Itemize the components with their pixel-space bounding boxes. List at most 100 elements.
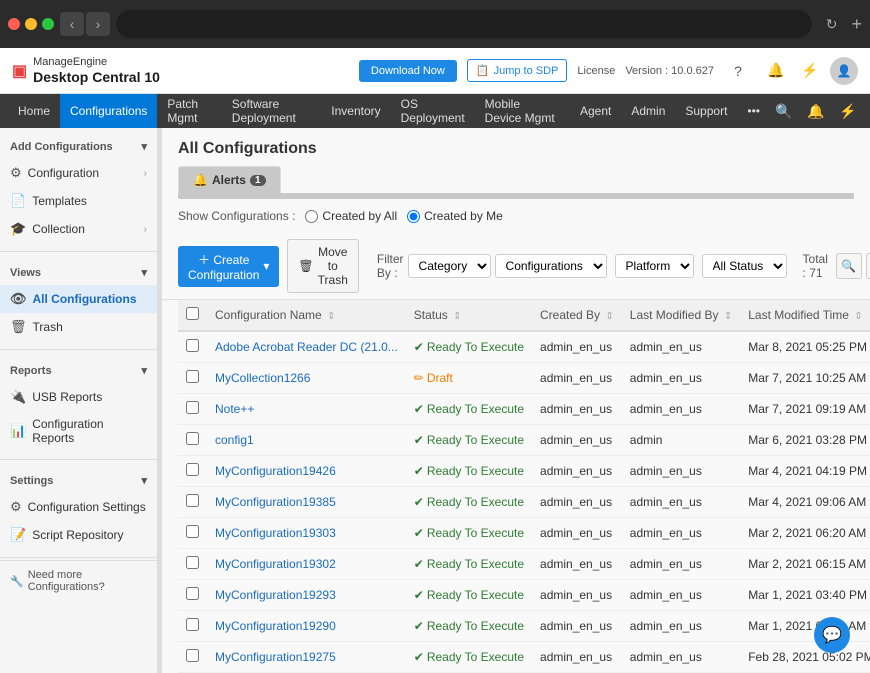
sidebar-section-header-reports[interactable]: Reports ▾ (0, 358, 157, 383)
app-name: Desktop Central 10 (33, 69, 160, 85)
nav-support[interactable]: Support (675, 94, 737, 128)
select-all-checkbox[interactable] (186, 307, 199, 320)
row-config-name-4: MyConfiguration19426 (207, 456, 406, 487)
sdp-button[interactable]: 📋 Jump to SDP (467, 59, 568, 82)
notification-button[interactable]: 🔔 (762, 57, 790, 85)
sidebar-item-templates[interactable]: 📄 Templates (0, 187, 157, 215)
create-label: ＋ Create Configuration (188, 251, 259, 282)
alerts-tab-label: Alerts (212, 173, 246, 187)
license-text: License (577, 65, 615, 77)
radio-all-input[interactable] (305, 210, 318, 223)
nav-os-deployment[interactable]: OS Deployment (391, 94, 475, 128)
download-button[interactable]: Download Now (359, 60, 457, 82)
row-checkbox-8[interactable] (186, 587, 199, 600)
th-created-by[interactable]: Created By ⇕ (532, 300, 622, 331)
radio-created-by-me[interactable]: Created by Me (407, 209, 503, 223)
sidebar-item-config-settings[interactable]: ⚙ Configuration Settings (0, 493, 157, 521)
config-name-link-8[interactable]: MyConfiguration19293 (215, 588, 336, 602)
nav-agent[interactable]: Agent (570, 94, 621, 128)
need-config[interactable]: 🔧 Need more Configurations? (0, 560, 157, 601)
row-checkbox-1[interactable] (186, 370, 199, 383)
nav-notification-icon[interactable]: 🔔 (802, 97, 830, 125)
config-name-link-10[interactable]: MyConfiguration19275 (215, 650, 336, 664)
nav-inventory[interactable]: Inventory (321, 94, 390, 128)
config-name-link-9[interactable]: MyConfiguration19290 (215, 619, 336, 633)
new-tab-button[interactable]: + (851, 14, 862, 35)
status-icon-10: ✔ (414, 650, 424, 664)
dot-green[interactable] (42, 18, 54, 30)
config-name-link-1[interactable]: MyCollection1266 (215, 371, 310, 385)
grid-view-icon[interactable]: ⊞ (866, 253, 870, 279)
refresh-button[interactable]: ↻ (818, 16, 846, 33)
row-created-by-8: admin_en_us (532, 580, 622, 611)
configurations-select[interactable]: Configurations (495, 254, 607, 278)
th-status[interactable]: Status ⇕ (406, 300, 532, 331)
category-select[interactable]: Category (408, 254, 491, 278)
sidebar-item-config-reports[interactable]: 📊 Configuration Reports (0, 411, 157, 451)
row-config-name-2: Note++ (207, 394, 406, 425)
config-name-link-3[interactable]: config1 (215, 433, 254, 447)
address-bar[interactable] (116, 10, 812, 38)
table-search-icon[interactable]: 🔍 (836, 253, 862, 279)
th-modified-time[interactable]: Last Modified Time ⇕ (740, 300, 870, 331)
dot-yellow[interactable] (25, 18, 37, 30)
row-checkbox-6[interactable] (186, 525, 199, 538)
th-config-name[interactable]: Configuration Name ⇕ (207, 300, 406, 331)
avatar[interactable]: 👤 (830, 57, 858, 85)
nav-configurations[interactable]: Configurations (60, 94, 157, 128)
dot-red[interactable] (8, 18, 20, 30)
lightning-button[interactable]: ⚡ (796, 57, 824, 85)
radio-created-by-all[interactable]: Created by All (305, 209, 397, 223)
config-name-link-5[interactable]: MyConfiguration19385 (215, 495, 336, 509)
row-checkbox-7[interactable] (186, 556, 199, 569)
sidebar-item-collection[interactable]: 🎓 Collection › (0, 215, 157, 243)
config-name-link-0[interactable]: Adobe Acrobat Reader DC (21.0... (215, 340, 398, 354)
nav-flash-icon[interactable]: ⚡ (834, 97, 862, 125)
trash-label: Move to Trash (318, 245, 348, 287)
help-button[interactable]: ? (724, 57, 752, 85)
platform-select[interactable]: Platform (615, 254, 694, 278)
row-status-3: ✔ Ready To Execute (406, 425, 532, 456)
sidebar-item-script-repo[interactable]: 📝 Script Repository (0, 521, 157, 549)
chat-button[interactable]: 💬 (814, 617, 850, 653)
row-checkbox-9[interactable] (186, 618, 199, 631)
create-config-button[interactable]: ＋ Create Configuration ▾ (178, 246, 279, 287)
sidebar-section-header-settings[interactable]: Settings ▾ (0, 468, 157, 493)
toolbar-icons: 🔍 ⊞ ⬇ (836, 253, 870, 279)
config-name-link-2[interactable]: Note++ (215, 402, 254, 416)
browser-chrome: ‹ › ↻ + (0, 0, 870, 48)
row-checkbox-10[interactable] (186, 649, 199, 662)
sidebar-section-header-add-config[interactable]: Add Configurations ▾ (0, 134, 157, 159)
row-checkbox-5[interactable] (186, 494, 199, 507)
nav-home[interactable]: Home (8, 94, 60, 128)
row-checkbox-4[interactable] (186, 463, 199, 476)
config-name-link-4[interactable]: MyConfiguration19426 (215, 464, 336, 478)
nav-admin[interactable]: Admin (621, 94, 675, 128)
config-name-link-6[interactable]: MyConfiguration19303 (215, 526, 336, 540)
back-button[interactable]: ‹ (60, 12, 84, 36)
nav-patch-mgmt[interactable]: Patch Mgmt (157, 94, 221, 128)
status-select[interactable]: All Status (702, 254, 787, 278)
row-checkbox-0[interactable] (186, 339, 199, 352)
forward-button[interactable]: › (86, 12, 110, 36)
sidebar-item-trash[interactable]: 🗑 Trash (0, 313, 157, 341)
nav-mobile-device-mgmt[interactable]: Mobile Device Mgmt (475, 94, 570, 128)
nav-software-deployment[interactable]: Software Deployment (222, 94, 322, 128)
nav-search-icon[interactable]: 🔍 (770, 97, 798, 125)
radio-me-input[interactable] (407, 210, 420, 223)
alerts-tab[interactable]: 🔔 Alerts 1 (178, 166, 281, 193)
move-to-trash-button[interactable]: 🗑 Move to Trash (287, 239, 358, 293)
sidebar-item-usb-reports[interactable]: 🔌 USB Reports (0, 383, 157, 411)
row-checkbox-3[interactable] (186, 432, 199, 445)
row-modified-by-3: admin (622, 425, 740, 456)
row-checkbox-2[interactable] (186, 401, 199, 414)
sidebar-section-header-views[interactable]: Views ▾ (0, 260, 157, 285)
th-modified-by[interactable]: Last Modified By ⇕ (622, 300, 740, 331)
table-row: config1 ✔ Ready To Execute admin_en_us a… (178, 425, 870, 456)
config-name-link-7[interactable]: MyConfiguration19302 (215, 557, 336, 571)
nav-more[interactable]: ••• (737, 94, 770, 128)
status-icon-6: ✔ (414, 526, 424, 540)
sidebar-item-all-configurations[interactable]: 👁 All Configurations (0, 285, 157, 313)
sidebar-script-repo-label: Script Repository (32, 528, 123, 542)
sidebar-item-configuration[interactable]: ⚙ Configuration › (0, 159, 157, 187)
